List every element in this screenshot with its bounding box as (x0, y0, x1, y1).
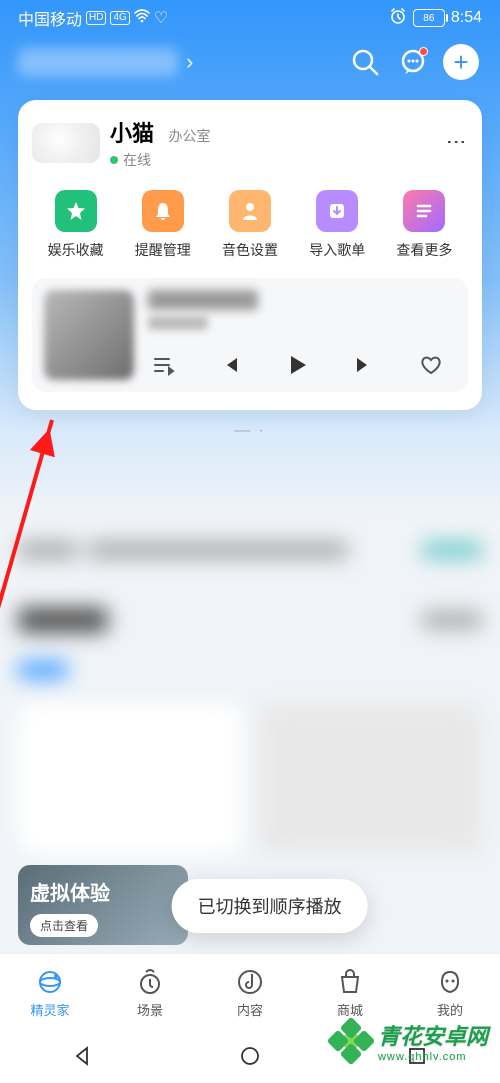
watermark-logo-icon (330, 1020, 372, 1062)
nav-label: 精灵家 (30, 1000, 69, 1019)
more-menu-button[interactable]: ⋮ (444, 132, 468, 154)
nav-content[interactable]: 内容 (200, 954, 300, 1033)
device-name: 小猫 (110, 121, 154, 146)
list-icon (403, 190, 445, 232)
status-bar: 中国移动 HD 4G ♡ 86 8:54 (0, 0, 500, 32)
track-title-blurred (148, 290, 258, 310)
action-label: 导入歌单 (309, 240, 365, 260)
play-button[interactable] (282, 350, 312, 380)
bell-icon (142, 190, 184, 232)
voice-icon (229, 190, 271, 232)
import-icon (316, 190, 358, 232)
nav-label: 商城 (337, 1000, 363, 1019)
chevron-right-icon[interactable]: › (186, 49, 193, 75)
device-room-tag: 办公室 (168, 128, 210, 144)
alarm-icon (389, 7, 407, 30)
mall-icon (336, 968, 364, 996)
hd-badge: HD (86, 11, 106, 25)
nav-home[interactable]: 精灵家 (0, 954, 100, 1033)
promo-title: 虚拟体验 (30, 877, 176, 906)
track-artist-blurred (148, 316, 208, 330)
nav-label: 我的 (437, 1000, 463, 1019)
action-label: 查看更多 (396, 240, 452, 260)
wifi-icon (134, 9, 150, 28)
star-icon (55, 190, 97, 232)
clock-label: 8:54 (451, 9, 482, 27)
promo-banner[interactable]: 虚拟体验 点击查看 (18, 865, 188, 945)
nav-label: 场景 (137, 1000, 163, 1019)
action-import-playlist[interactable]: 导入歌单 (294, 190, 381, 260)
add-button[interactable]: + (440, 41, 482, 83)
action-label: 娱乐收藏 (48, 240, 104, 260)
top-nav: › + (0, 32, 500, 92)
playlist-button[interactable] (148, 350, 178, 380)
watermark: 青花安卓网 www.qhhlv.com (330, 1019, 488, 1063)
player-card (32, 278, 468, 392)
plus-icon: + (443, 44, 479, 80)
next-button[interactable] (349, 350, 379, 380)
watermark-brand: 青花安卓网 (378, 1024, 488, 1049)
action-voice[interactable]: 音色设置 (206, 190, 293, 260)
search-button[interactable] (344, 41, 386, 83)
battery-indicator: 86 (413, 9, 445, 27)
card-pager: — · (0, 422, 500, 440)
nav-scene[interactable]: 场景 (100, 954, 200, 1033)
like-button[interactable] (416, 350, 446, 380)
status-dot-icon (110, 156, 118, 164)
notification-dot (419, 47, 428, 56)
device-image (32, 123, 100, 163)
me-icon (436, 968, 464, 996)
back-button[interactable] (72, 1045, 94, 1072)
action-label: 提醒管理 (135, 240, 191, 260)
promo-cta[interactable]: 点击查看 (30, 914, 98, 937)
prev-button[interactable] (215, 350, 245, 380)
scene-icon (136, 968, 164, 996)
net-badge: 4G (110, 11, 129, 25)
action-more[interactable]: 查看更多 (381, 190, 468, 260)
watermark-url: www.qhhlv.com (378, 1051, 488, 1063)
toast-message: 已切换到顺序播放 (172, 879, 368, 933)
home-button[interactable] (239, 1045, 261, 1072)
device-card: 小猫 办公室 在线 ⋮ 娱乐收藏 提醒管理 音色设置 导入歌单 (18, 100, 482, 410)
action-favorites[interactable]: 娱乐收藏 (32, 190, 119, 260)
content-icon (236, 968, 264, 996)
album-art[interactable] (44, 290, 134, 380)
action-grid: 娱乐收藏 提醒管理 音色设置 导入歌单 查看更多 (32, 190, 468, 260)
page-title-blurred (18, 48, 178, 76)
device-status: 在线 (110, 150, 210, 170)
action-label: 音色设置 (222, 240, 278, 260)
carrier-label: 中国移动 (18, 6, 82, 30)
chat-button[interactable] (392, 41, 434, 83)
home-icon (36, 968, 64, 996)
heart-icon: ♡ (154, 8, 168, 28)
nav-label: 内容 (237, 1000, 263, 1019)
action-reminders[interactable]: 提醒管理 (119, 190, 206, 260)
